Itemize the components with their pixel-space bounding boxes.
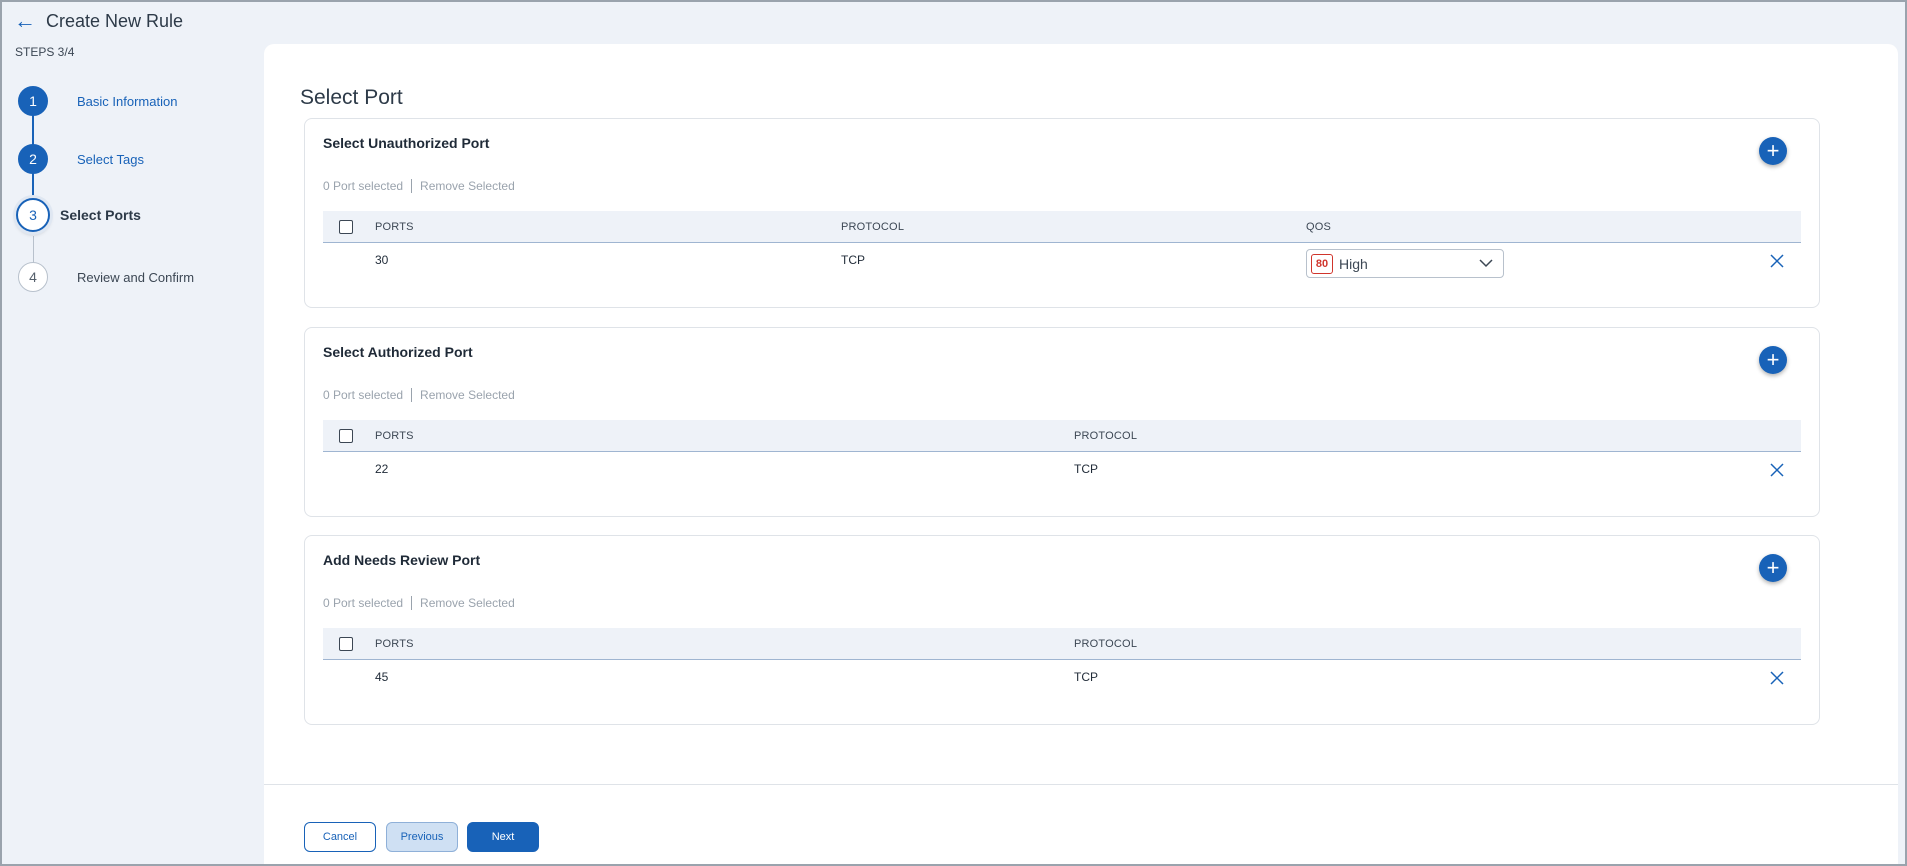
add-authorized-port-button[interactable]: + <box>1759 346 1787 374</box>
panel-title: Select Authorized Port <box>323 344 473 360</box>
remove-selected-link[interactable]: Remove Selected <box>420 179 515 193</box>
main-card: Select Port Select Unauthorized Port + 0… <box>264 44 1898 866</box>
authorized-port-panel: Select Authorized Port + 0 Port selected… <box>304 327 1820 517</box>
close-icon[interactable] <box>1769 253 1785 269</box>
panel-title: Add Needs Review Port <box>323 552 481 568</box>
select-all-checkbox[interactable] <box>339 637 353 651</box>
step-select-ports[interactable]: 3 Select Ports <box>16 198 141 232</box>
column-header-ports: PORTS <box>375 221 414 233</box>
separator <box>411 388 413 402</box>
step-label: Review and Confirm <box>77 269 195 285</box>
port-value: 30 <box>375 253 389 267</box>
arrow-left-icon[interactable]: ← <box>14 10 36 32</box>
chevron-down-icon <box>1479 259 1493 268</box>
qos-level: High <box>1339 255 1368 272</box>
step-number: 4 <box>18 262 48 292</box>
next-button[interactable]: Next <box>467 822 539 852</box>
step-basic-information[interactable]: 1 Basic Information <box>18 86 177 116</box>
table-row: 45 TCP <box>323 660 1801 700</box>
selection-summary: 0 Port selected Remove Selected <box>323 596 515 610</box>
step-label: Basic Information <box>77 93 178 109</box>
step-number: 3 <box>16 198 50 232</box>
step-number: 2 <box>18 144 48 174</box>
step-connector <box>32 114 34 148</box>
column-header-ports: PORTS <box>375 638 414 650</box>
qos-score-badge: 80 <box>1311 253 1333 274</box>
close-icon[interactable] <box>1769 462 1785 478</box>
selected-count: 0 Port selected <box>323 179 404 193</box>
add-needs-review-port-button[interactable]: + <box>1759 554 1787 582</box>
remove-selected-link[interactable]: Remove Selected <box>420 596 515 610</box>
table-row: 30 TCP 80 High <box>323 243 1801 283</box>
remove-selected-link[interactable]: Remove Selected <box>420 388 515 402</box>
section-title: Select Port <box>300 86 403 109</box>
select-all-checkbox[interactable] <box>339 220 353 234</box>
table-header: PORTS PROTOCOL <box>323 420 1801 452</box>
selected-count: 0 Port selected <box>323 596 404 610</box>
qos-dropdown[interactable]: 80 High <box>1306 249 1504 278</box>
step-label: Select Tags <box>77 151 144 167</box>
column-header-protocol: PROTOCOL <box>841 221 905 233</box>
separator <box>411 179 413 193</box>
step-select-tags[interactable]: 2 Select Tags <box>18 144 144 174</box>
footer-divider <box>264 784 1898 785</box>
column-header-ports: PORTS <box>375 430 414 442</box>
selection-summary: 0 Port selected Remove Selected <box>323 388 515 402</box>
unauthorized-port-panel: Select Unauthorized Port + 0 Port select… <box>304 118 1820 308</box>
table-row: 22 TCP <box>323 452 1801 492</box>
previous-button[interactable]: Previous <box>386 822 458 852</box>
step-label: Select Ports <box>60 207 141 223</box>
table-header: PORTS PROTOCOL <box>323 628 1801 660</box>
needs-review-port-panel: Add Needs Review Port + 0 Port selected … <box>304 535 1820 725</box>
column-header-protocol: PROTOCOL <box>1074 638 1138 650</box>
add-unauthorized-port-button[interactable]: + <box>1759 137 1787 165</box>
column-header-qos: QOS <box>1306 221 1332 233</box>
separator <box>411 596 413 610</box>
select-all-checkbox[interactable] <box>339 429 353 443</box>
steps-counter: STEPS 3/4 <box>15 45 75 59</box>
close-icon[interactable] <box>1769 670 1785 686</box>
header: ← Create New Rule <box>14 10 183 32</box>
protocol-value: TCP <box>1074 670 1098 684</box>
plus-icon: + <box>1766 555 1780 580</box>
panel-title: Select Unauthorized Port <box>323 135 490 151</box>
step-review-confirm[interactable]: 4 Review and Confirm <box>18 262 194 292</box>
step-number: 1 <box>18 86 48 116</box>
plus-icon: + <box>1766 138 1780 163</box>
port-value: 45 <box>375 670 389 684</box>
selection-summary: 0 Port selected Remove Selected <box>323 179 515 193</box>
page-title: Create New Rule <box>46 10 184 31</box>
port-value: 22 <box>375 462 389 476</box>
cancel-button[interactable]: Cancel <box>304 822 376 852</box>
table-header: PORTS PROTOCOL QOS <box>323 211 1801 243</box>
column-header-protocol: PROTOCOL <box>1074 430 1138 442</box>
selected-count: 0 Port selected <box>323 388 404 402</box>
protocol-value: TCP <box>1074 462 1098 476</box>
plus-icon: + <box>1766 347 1780 372</box>
protocol-value: TCP <box>841 253 865 267</box>
